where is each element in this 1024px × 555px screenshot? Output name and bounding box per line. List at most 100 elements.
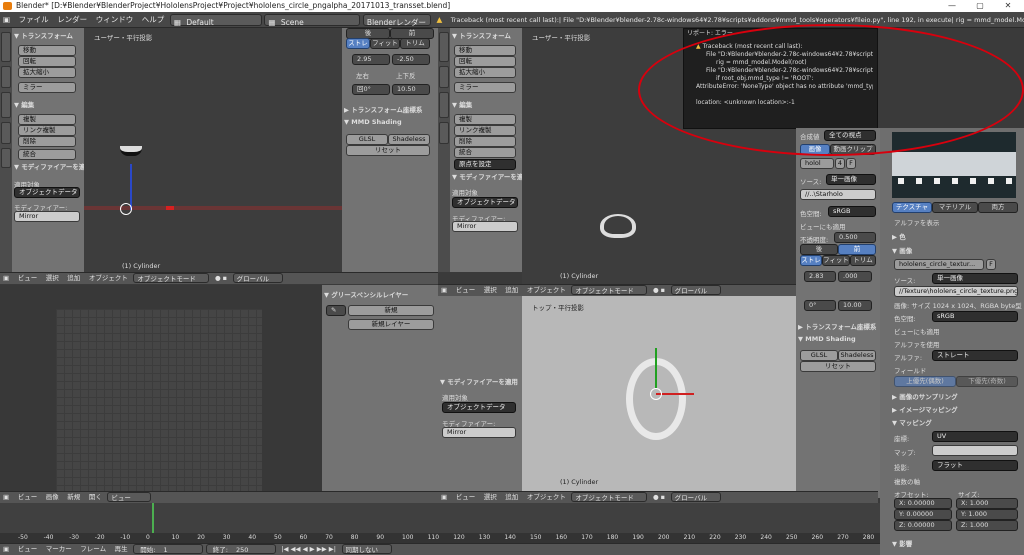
editor-type-icon[interactable]: ▣: [0, 12, 13, 27]
tab-relations[interactable]: [1, 92, 11, 118]
fake-user-button[interactable]: F: [846, 158, 856, 169]
mode-dropdown[interactable]: オブジェクトモード: [133, 273, 210, 283]
image-path-field[interactable]: //..\Starholo: [800, 189, 876, 200]
playback-controls[interactable]: |◀ ◀◀ ◀ ▶ ▶▶ ▶|: [278, 544, 339, 555]
new-grease-button[interactable]: 新規: [348, 305, 434, 316]
object-data-dropdown-3[interactable]: オブジェクトデータ: [442, 402, 516, 413]
join-button-2[interactable]: 統合: [454, 147, 516, 158]
minimize-button[interactable]: —: [938, 0, 966, 12]
menu-image[interactable]: 画像: [43, 492, 62, 503]
shadeless-button[interactable]: Shadeless: [388, 134, 430, 145]
menu-playback[interactable]: 再生: [112, 544, 131, 555]
join-button[interactable]: 統合: [18, 149, 76, 160]
view-mode-dropdown[interactable]: ビュー: [107, 492, 152, 502]
uv-map-field[interactable]: [932, 445, 1018, 456]
fit-toggle-2[interactable]: フィット: [822, 255, 850, 266]
menu-frame[interactable]: フレーム: [77, 544, 109, 555]
image-name-field[interactable]: holol: [800, 158, 834, 169]
rotate-button[interactable]: 回転: [18, 56, 76, 67]
image-sampling-header[interactable]: ▶ 画像のサンプリング: [892, 391, 958, 401]
stretch-toggle[interactable]: ストレ: [346, 38, 370, 49]
shading-icon[interactable]: ● ▪: [650, 285, 668, 296]
3d-cursor-icon-2[interactable]: [650, 388, 662, 400]
rotate-button-2[interactable]: 回転: [454, 56, 516, 67]
tab-material[interactable]: マテリアル: [932, 202, 978, 213]
move-button-2[interactable]: 移動: [454, 45, 516, 56]
orientation-dropdown[interactable]: グローバル: [670, 492, 721, 502]
rotation-field-2[interactable]: 0°: [804, 300, 836, 311]
current-frame-marker[interactable]: [152, 503, 154, 533]
orientation-dropdown[interactable]: グローバル: [670, 285, 721, 295]
size-x-field[interactable]: X: 1.000: [956, 498, 1018, 509]
maximize-button[interactable]: ▢: [966, 0, 994, 12]
apply-modifier-header[interactable]: ▼ モディファイアーを適用: [14, 161, 92, 171]
size-y-field[interactable]: Y: 1.000: [956, 509, 1018, 520]
menu-object[interactable]: オブジェクト: [86, 273, 131, 284]
flip-x-checkbox[interactable]: 左右: [356, 70, 369, 80]
tab-tools-2[interactable]: [439, 32, 449, 62]
mode-dropdown[interactable]: オブジェクトモード: [571, 492, 648, 502]
reset-button-2[interactable]: リセット: [800, 361, 876, 372]
fake-user-button-2[interactable]: F: [986, 259, 996, 270]
menu-view[interactable]: ビュー: [453, 285, 479, 296]
reset-button[interactable]: リセット: [346, 145, 430, 156]
lower-first-toggle[interactable]: 下優先(奇数): [956, 376, 1018, 387]
colorspace-dropdown-2[interactable]: sRGB: [932, 311, 1018, 322]
link-duplicate-button-2[interactable]: リンク複製: [454, 125, 516, 136]
timeline-area[interactable]: -50 -40 -30 -20 -10 0 10 20 30 40 50 60 70 80 90 100 110…: [0, 503, 880, 543]
mirror-modifier-button-3[interactable]: Mirror: [442, 427, 516, 438]
menu-add[interactable]: 追加: [502, 492, 521, 503]
apply-modifier-header-2[interactable]: ▼ モディファイアーを適用: [452, 171, 530, 181]
transform-header[interactable]: ▼ トランスフォーム: [14, 30, 73, 40]
sync-dropdown[interactable]: 同期しない: [341, 544, 392, 554]
trim-toggle-2[interactable]: トリム: [850, 255, 876, 266]
new-image-button[interactable]: 新規: [64, 492, 83, 503]
tab-relations-2[interactable]: [439, 92, 449, 118]
editor-type-icon[interactable]: ▣: [438, 492, 450, 503]
mmd-shading-header-2[interactable]: ▼ MMD Shading: [798, 335, 856, 343]
source-dropdown-2[interactable]: 単一画像: [932, 273, 1018, 284]
viewport-top[interactable]: トップ・平行投影 (1) Cylinder: [522, 296, 796, 491]
fit-toggle[interactable]: フィット: [370, 38, 400, 49]
size-field[interactable]: 10.50: [392, 84, 430, 95]
edit-header-2[interactable]: ▼ 編集: [452, 99, 472, 109]
end-frame-field[interactable]: 終了: 250: [205, 544, 276, 554]
glsl-button-2[interactable]: GLSL: [800, 350, 838, 361]
opacity-field[interactable]: 0.500: [834, 232, 876, 243]
transform-header-2[interactable]: ▼ トランスフォーム: [452, 30, 511, 40]
mirror-modifier-button[interactable]: Mirror: [14, 211, 80, 222]
shadeless-button-2[interactable]: Shadeless: [838, 350, 876, 361]
cylinder-object[interactable]: [120, 146, 142, 156]
menu-view[interactable]: ビュー: [15, 544, 41, 555]
menu-view[interactable]: ビュー: [15, 273, 41, 284]
shading-icon[interactable]: ● ▪: [212, 273, 230, 284]
upper-first-toggle[interactable]: 上優先(偶数): [894, 376, 956, 387]
grease-layer-header[interactable]: ▼ グリースペンシルレイヤー: [324, 289, 408, 299]
duplicate-button[interactable]: 複製: [18, 114, 76, 125]
texture-file-path[interactable]: //Texture\hololens_circle_texture.png: [894, 286, 1018, 297]
mapping-header[interactable]: ▼ マッピング: [892, 417, 932, 427]
mirror-modifier-button-2[interactable]: Mirror: [452, 221, 518, 232]
projection-dropdown[interactable]: フラット: [932, 460, 1018, 471]
scale-button-2[interactable]: 拡大縮小: [454, 67, 516, 78]
influence-header[interactable]: ▼ 影響: [892, 538, 912, 548]
tab-create-2[interactable]: [439, 66, 449, 88]
glsl-button[interactable]: GLSL: [346, 134, 388, 145]
image-mapping-header[interactable]: ▶ イメージマッピング: [892, 404, 958, 414]
menu-select[interactable]: 選択: [43, 273, 62, 284]
delete-button-2[interactable]: 削除: [454, 136, 516, 147]
object-data-dropdown-2[interactable]: オブジェクトデータ: [452, 197, 518, 208]
layout-selector[interactable]: ▦ Default: [169, 14, 262, 27]
tab-animation[interactable]: [1, 122, 11, 144]
use-alpha-checkbox[interactable]: アルファを使用: [894, 339, 939, 349]
mmd-shading-header[interactable]: ▼ MMD Shading: [344, 118, 402, 126]
menu-select[interactable]: 選択: [481, 492, 500, 503]
menu-object[interactable]: オブジェクト: [524, 492, 569, 503]
shading-icon[interactable]: ● ▪: [650, 492, 668, 503]
editor-type-icon[interactable]: ▣: [0, 492, 12, 503]
menu-add[interactable]: 追加: [64, 273, 83, 284]
source-dropdown[interactable]: 単一画像: [826, 174, 876, 185]
scale-button[interactable]: 拡大縮小: [18, 67, 76, 78]
set-origin-button[interactable]: 原点を設定: [454, 159, 516, 170]
users-count[interactable]: 4: [835, 158, 845, 169]
